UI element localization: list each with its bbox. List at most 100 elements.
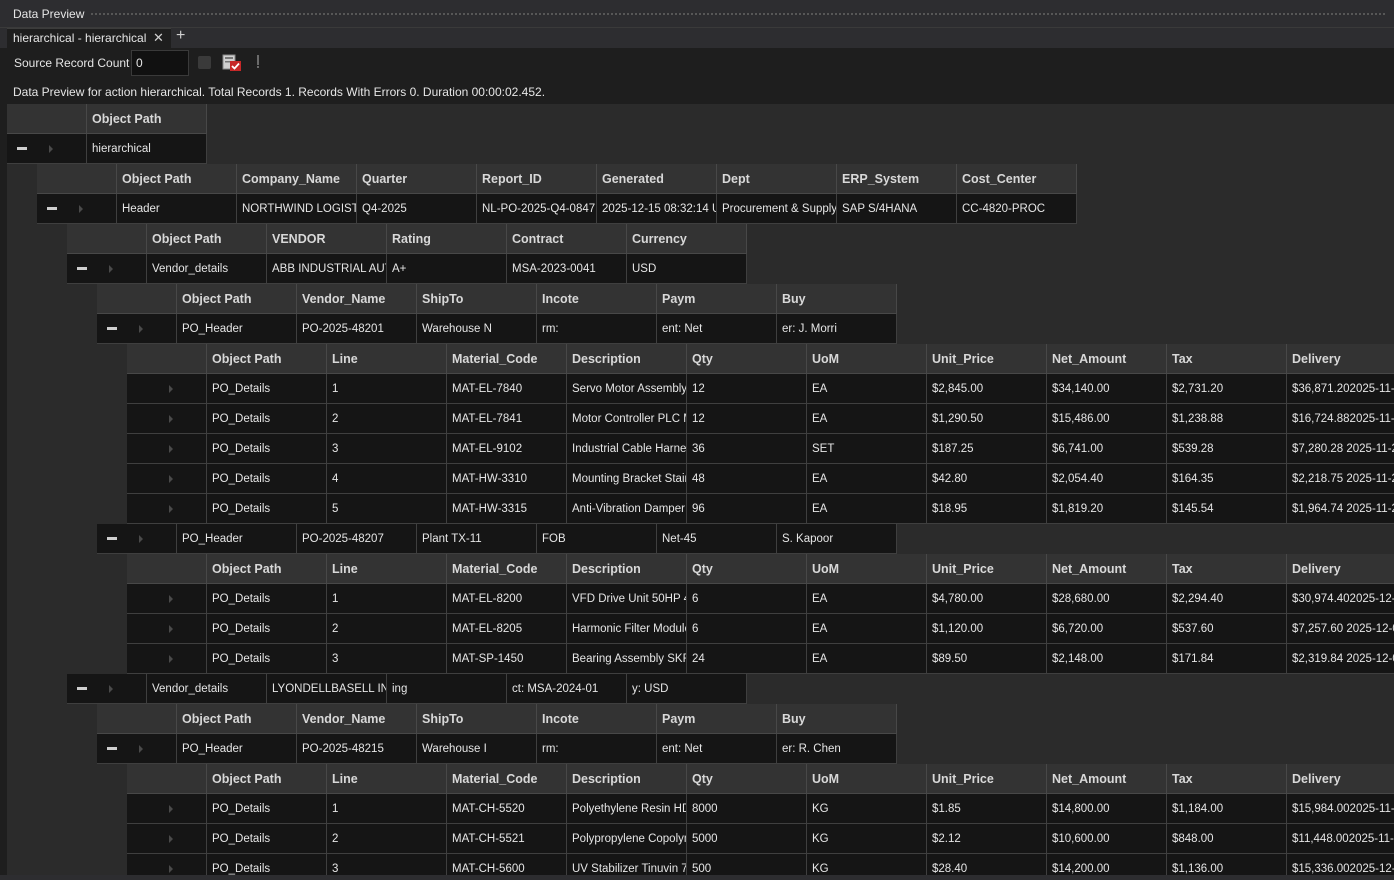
tab-bar: hierarchical - hierarchical ✕ + [0,27,1394,48]
collapse-icon[interactable] [107,537,117,540]
column-header[interactable]: Net_Amount [1047,764,1167,794]
collapse-icon[interactable] [107,747,117,750]
column-header[interactable]: Company_Name [237,164,357,194]
po-detail-row[interactable]: PO_Details 5 MAT-HW-3315 Anti-Vibration Dam… [127,494,1394,524]
column-header[interactable]: Line [327,344,447,374]
column-header[interactable]: Incote [537,704,657,734]
column-header[interactable]: Object Path [207,344,327,374]
column-header[interactable]: Line [327,764,447,794]
column-header[interactable]: Object Path [207,554,327,584]
column-header[interactable]: Material_Code [447,554,567,584]
column-header[interactable]: Object Path [87,104,207,134]
column-header[interactable]: Qty [687,344,807,374]
column-header[interactable]: Net_Amount [1047,554,1167,584]
po-header-row[interactable]: PO_Header PO-2025-48215 Warehouse Irm: ent:… [97,734,897,764]
close-icon[interactable]: ✕ [153,30,164,46]
panel-titlebar[interactable]: Data Preview [0,0,1394,28]
column-header[interactable]: Vendor_Name [297,704,417,734]
po-detail-row[interactable]: PO_Details 2 MAT-EL-7841 Motor Controller P… [127,404,1394,434]
column-header[interactable]: Delivery [1287,764,1394,794]
collapse-icon[interactable] [107,327,117,330]
column-header[interactable]: Unit_Price [927,764,1047,794]
column-header[interactable]: Unit_Price [927,344,1047,374]
column-header[interactable]: ERP_System [837,164,957,194]
column-header[interactable]: Qty [687,554,807,584]
collapse-icon[interactable] [77,267,87,270]
column-header[interactable]: Delivery [1287,344,1394,374]
column-header[interactable]: Buy [777,704,897,734]
clipboard-check-icon[interactable] [222,54,242,72]
grid-cell: UV Stabilizer Tinuvin 770 [567,854,687,875]
header-row[interactable]: HeaderNORTHWIND LOGISTICSQ4-2025NL-PO-20… [37,194,1077,224]
column-header[interactable]: Rating [387,224,507,254]
grid-cell: $1.85 [927,794,1047,824]
column-header[interactable]: Qty [687,764,807,794]
collapse-icon[interactable] [17,147,27,150]
column-header[interactable]: Currency [627,224,747,254]
po-detail-row[interactable]: PO_Details 2 MAT-CH-5521 Polypropylene Copo… [127,824,1394,854]
root-row[interactable]: hierarchical [7,134,207,164]
po-detail-row[interactable]: PO_Details 3 MAT-EL-9102 Industrial Cable H… [127,434,1394,464]
po-detail-row[interactable]: PO_Details 1 MAT-EL-7840 Servo Motor Assemb… [127,374,1394,404]
column-header[interactable]: Description [567,764,687,794]
column-header[interactable]: Object Path [177,704,297,734]
column-header[interactable]: Vendor_Name [297,284,417,314]
column-header[interactable]: Object Path [147,224,267,254]
grid-cell: 6 [687,614,807,644]
po-header-row[interactable]: PO_Header PO-2025-48207 Plant TX-11 FOB Net-… [97,524,897,554]
po-detail-row[interactable]: PO_Details 1 MAT-CH-5520 Polyethylene Resin… [127,794,1394,824]
checkbox-icon[interactable] [198,56,211,69]
column-header[interactable]: Paym [657,284,777,314]
column-header[interactable]: Paym [657,704,777,734]
column-header[interactable]: ShipTo [417,704,537,734]
po-detail-row[interactable]: PO_Details 2 MAT-EL-8205 Harmonic Filter Mo… [127,614,1394,644]
column-header[interactable]: Incote [537,284,657,314]
column-header[interactable]: Generated [597,164,717,194]
column-header[interactable]: Description [567,344,687,374]
po-detail-row[interactable]: PO_Details 3 MAT-CH-5600 UV Stabilizer Tinu… [127,854,1394,875]
row-indicator-icon [139,745,143,753]
panel-drag-grip[interactable] [90,12,1386,17]
add-tab-icon[interactable]: + [176,27,185,45]
column-header[interactable]: Tax [1167,764,1287,794]
exclamation-icon[interactable] [254,54,262,70]
collapse-icon[interactable] [47,207,57,210]
po-header-row[interactable]: PO_Header PO-2025-48201 Warehouse Nrm: ent:… [97,314,897,344]
column-header[interactable]: ShipTo [417,284,537,314]
column-header[interactable]: Cost_Center [957,164,1077,194]
column-header[interactable]: Contract [507,224,627,254]
column-header[interactable]: Tax [1167,344,1287,374]
vendor-row[interactable]: Vendor_detailsABB INDUSTRIAL AUTOMATIONA… [67,254,747,284]
column-header[interactable]: Unit_Price [927,554,1047,584]
po-detail-row[interactable]: PO_Details 3 MAT-SP-1450 Bearing Assembly S… [127,644,1394,674]
column-header[interactable]: UoM [807,764,927,794]
tab-hierarchical[interactable]: hierarchical - hierarchical ✕ [7,28,171,48]
column-header[interactable]: Description [567,554,687,584]
column-header[interactable]: Object Path [117,164,237,194]
column-header[interactable]: Material_Code [447,764,567,794]
column-header[interactable]: Tax [1167,554,1287,584]
column-header[interactable]: Delivery [1287,554,1394,584]
column-header[interactable]: Object Path [207,764,327,794]
po-detail-row[interactable]: PO_Details 4 MAT-HW-3310 Mounting Bracket S… [127,464,1394,494]
vendor-row[interactable]: Vendor_detailsLYONDELLBASELL INDUSTRIESi… [67,674,747,704]
column-header[interactable]: Material_Code [447,344,567,374]
source-record-count-input[interactable]: 0 [131,50,189,76]
data-preview-grid[interactable]: Object Path hierarchical Object Path Compan… [7,104,1394,875]
column-header[interactable]: Dept [717,164,837,194]
column-header[interactable]: Buy [777,284,897,314]
grid-cell: 5 [327,494,447,524]
bottom-scroll-strip[interactable] [0,875,1394,880]
column-header[interactable]: Line [327,554,447,584]
column-header[interactable]: Net_Amount [1047,344,1167,374]
collapse-icon[interactable] [77,687,87,690]
column-header[interactable]: UoM [807,344,927,374]
column-header[interactable]: UoM [807,554,927,584]
column-header[interactable]: Object Path [177,284,297,314]
grid-cell: 2025-12-15 08:32:14 UTC [597,194,717,224]
column-header[interactable]: Quarter [357,164,477,194]
column-header[interactable]: Report_ID [477,164,597,194]
column-header[interactable]: VENDOR [267,224,387,254]
po-detail-row[interactable]: PO_Details 1 MAT-EL-8200 VFD Drive Unit 50H… [127,584,1394,614]
grid-cell: $2,148.00 [1047,644,1167,674]
